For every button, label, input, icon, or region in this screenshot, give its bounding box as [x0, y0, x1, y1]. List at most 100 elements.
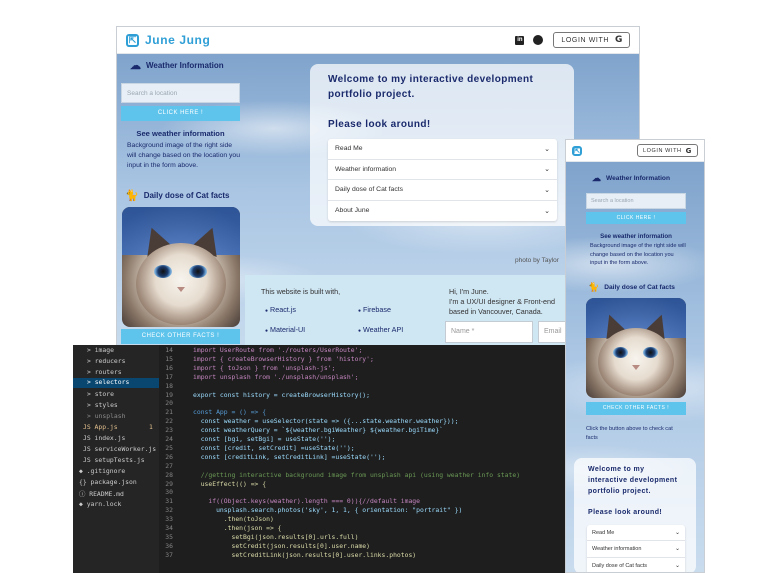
check-other-facts-button[interactable]: CHECK OTHER FACTS !: [121, 329, 240, 344]
accordion-read-me[interactable]: Read Me ⌄: [328, 139, 557, 160]
chevron-down-icon: ⌄: [544, 206, 550, 215]
cat-icon: 🐈: [125, 190, 139, 202]
tree-folder-unsplash[interactable]: > unsplash: [87, 412, 159, 420]
chevron-down-icon: ⌄: [674, 562, 680, 570]
github-icon[interactable]: [533, 35, 544, 45]
line-number: 35: [165, 532, 173, 541]
accordion-label: Weather information: [335, 165, 397, 173]
tree-file-app-js[interactable]: JS App.js: [83, 423, 143, 431]
tree-folder-styles[interactable]: > styles: [87, 401, 159, 409]
code-line: unsplash.search.photos('sky', 1, 1, { or…: [193, 506, 463, 515]
cat-face: [136, 243, 226, 325]
accordion-label: Read Me: [335, 145, 363, 153]
line-number: 32: [165, 506, 173, 515]
cloud-sun-icon: ☁: [130, 60, 141, 72]
accordion-label: Daily dose of Cat facts: [335, 186, 403, 194]
bullet: ●: [265, 308, 269, 314]
intro-line-2: based in Vancouver, Canada.: [449, 307, 543, 316]
line-number: 16: [165, 363, 173, 372]
mobile-cloud-sun-icon: ☁: [592, 173, 601, 183]
mobile-cat-icon: 🐈: [588, 282, 600, 292]
line-number: 37: [165, 550, 173, 559]
mobile-window: ⇱ LOGIN WITH G ☁ Weather Information Sea…: [565, 139, 705, 573]
name-input[interactable]: Name *: [445, 321, 533, 343]
line-number: 15: [165, 354, 173, 363]
tree-file-readme[interactable]: ⓘ README.md: [79, 489, 159, 498]
intro-line-1: I'm a UX/UI designer & Front-end: [449, 297, 556, 306]
mobile-cat-title-text: Daily dose of Cat facts: [604, 284, 675, 291]
line-number: 31: [165, 497, 173, 506]
line-number: 18: [165, 381, 173, 390]
mobile-welcome-line-2: interactive development: [588, 477, 678, 484]
code-line: export const history = createBrowserHist…: [193, 390, 370, 399]
brand-name[interactable]: June Jung: [145, 33, 210, 47]
line-number: 27: [165, 461, 173, 470]
code-line: const weatherQuery = `${weather.bgiWeath…: [193, 426, 444, 435]
mobile-please-look-around: Please look around!: [588, 509, 663, 516]
line-number: 24: [165, 435, 173, 443]
chevron-down-icon: ⌄: [674, 529, 680, 537]
mobile-login-with-google-button[interactable]: LOGIN WITH G: [636, 144, 698, 157]
mobile-location-input[interactable]: Search a location: [586, 193, 686, 209]
see-weather-body: Background image of the right side will …: [127, 142, 240, 169]
line-number: 25: [165, 443, 173, 452]
mobile-weather-title: ☁ Weather Information: [592, 173, 670, 184]
tree-file-gitignore[interactable]: ◆ .gitignore: [79, 467, 159, 475]
tree-folder-selectors[interactable]: > selectors: [73, 378, 159, 388]
mobile-cat-title: 🐈 Daily dose of Cat facts: [588, 282, 675, 293]
code-line: import UserRoute from './routers/UserRou…: [193, 346, 363, 354]
tree-file-service-worker[interactable]: JS serviceWorker.js: [83, 445, 159, 453]
tree-folder-store[interactable]: > store: [87, 390, 159, 398]
login-with-google-button[interactable]: LOGIN WITH G: [553, 32, 630, 48]
mobile-welcome-line-3: portfolio project.: [588, 488, 651, 495]
line-number: 30: [165, 488, 173, 497]
mobile-brand-logo-icon[interactable]: ⇱: [572, 145, 582, 156]
code-area[interactable]: 14 15 16 17 18 19 20 21 22 23 24 25 26 2…: [159, 345, 565, 573]
code-line: const [creditLink, setCreditLink] =useSt…: [193, 452, 386, 461]
chevron-down-icon: ⌄: [674, 545, 680, 553]
tree-file-yarn-lock[interactable]: ◆ yarn.lock: [79, 500, 159, 508]
linkedin-icon[interactable]: in: [515, 35, 525, 45]
chevron-down-icon: ⌄: [544, 144, 550, 153]
intro-hi: Hi, I'm June.: [449, 287, 489, 296]
mobile-click-here-button[interactable]: CLICK HERE !: [586, 212, 686, 224]
mobile-login-label: LOGIN WITH: [642, 147, 682, 154]
problem-count-badge: 1: [149, 423, 153, 431]
please-look-around: Please look around!: [328, 119, 431, 130]
brand-logo-icon[interactable]: ⇱: [126, 33, 139, 47]
weather-section-title: ☁ Weather Information: [130, 59, 224, 72]
tree-file-index-js[interactable]: JS index.js: [83, 434, 159, 442]
mobile-accordion-label: Daily dose of Cat facts: [592, 562, 648, 569]
click-here-button[interactable]: CLICK HERE !: [121, 106, 240, 121]
tree-file-package-json[interactable]: {} package.json: [79, 478, 159, 486]
cat-title-text: Daily dose of Cat facts: [143, 191, 230, 200]
mobile-accordion-read-me[interactable]: Read Me ⌄: [587, 525, 685, 542]
cat-eye-left: [154, 265, 172, 278]
mobile-accordion-weather[interactable]: Weather information ⌄: [587, 541, 685, 558]
mobile-see-weather-body: Background image of the right side will …: [590, 243, 686, 267]
bullet: ●: [358, 308, 362, 314]
mobile-weather-title-text: Weather Information: [606, 175, 670, 182]
code-line: .then(json => {: [193, 524, 282, 532]
line-number: 22: [165, 417, 173, 426]
code-line: setBgi(json.results[0].urls.full): [193, 532, 359, 541]
accordion-about-june[interactable]: About June ⌄: [328, 201, 557, 222]
file-explorer: > image > reducers > routers > selectors…: [73, 345, 159, 573]
accordion-weather-information[interactable]: Weather information ⌄: [328, 160, 557, 180]
photo-credit-link[interactable]: photo by Taylor: [515, 257, 559, 264]
mobile-check-other-facts-button[interactable]: CHECK OTHER FACTS !: [586, 402, 686, 415]
mobile-accordion-list: Read Me ⌄ Weather information ⌄ Daily dose…: [587, 525, 685, 572]
accordion-cat-facts[interactable]: Daily dose of Cat facts ⌄: [328, 180, 557, 201]
location-input[interactable]: Search a location: [121, 83, 240, 103]
line-number: 29: [165, 479, 173, 488]
tree-folder-image[interactable]: > image: [87, 346, 159, 354]
line-number: 19: [165, 390, 173, 399]
mobile-cat-eye-left: [613, 347, 628, 358]
tree-folder-routers[interactable]: > routers: [87, 368, 159, 376]
mobile-accordion-cat-facts[interactable]: Daily dose of Cat facts ⌄: [587, 558, 685, 572]
tree-folder-reducers[interactable]: > reducers: [87, 357, 159, 365]
mobile-accordion-label: Weather information: [592, 545, 642, 552]
mobile-cat-photo: [586, 298, 686, 398]
line-number: 23: [165, 426, 173, 435]
tree-file-setup-tests[interactable]: JS setupTests.js: [83, 456, 159, 464]
